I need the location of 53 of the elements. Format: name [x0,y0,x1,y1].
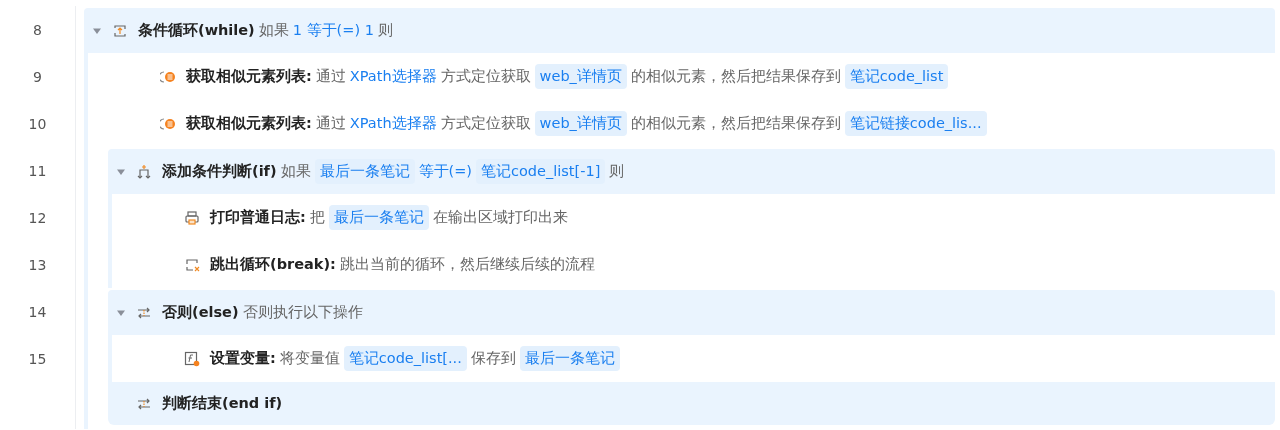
step-text: 把 [309,208,325,227]
parameter-value: 等于(=) [418,162,472,181]
step-text: 则 [609,162,625,181]
line-number: 12 [28,209,47,226]
variable-chip: 笔记code_list[-1] [476,159,606,184]
step-text: 否则执行以下操作 [242,303,363,322]
printer-icon [184,209,200,226]
step-text: 如果 [280,162,311,181]
step-text: 通过 [315,67,346,86]
line-number: 15 [28,350,47,367]
variable-chip: 笔记code_list[... [343,346,467,371]
line-number: 14 [28,303,47,320]
variable-chip: 最后一条笔记 [519,346,620,371]
line-number: 10 [28,115,47,132]
step-text: 如果 [258,21,289,40]
step-title: 获取相似元素列表: [186,67,312,86]
parameter-value: XPath选择器 [349,67,437,86]
function-icon [184,350,200,367]
list-icon [160,68,176,85]
step-text: 通过 [315,114,346,133]
line-number: 9 [33,68,42,85]
step-title: 设置变量: [210,349,276,368]
step-text: 跳出当前的循环，然后继续后续的流程 [339,255,595,274]
branch-icon [136,163,152,180]
step-text: 方式定位获取 [440,67,531,86]
variable-chip: web_详情页 [534,111,627,136]
step-title: 打印普通日志: [210,208,306,227]
variable-chip: 笔记链接code_lis... [844,111,987,136]
step-text: 则 [377,21,393,40]
step-title: 条件循环(while) [138,21,255,40]
variable-chip: web_详情页 [534,64,627,89]
variable-chip: 最后一条笔记 [314,159,415,184]
step-title: 获取相似元素列表: [186,114,312,133]
line-number: 11 [28,162,47,179]
step-text: 在输出区域打印出来 [432,208,568,227]
step-text: 将变量值 [279,349,340,368]
step-text: 的相似元素，然后把结果保存到 [630,114,841,133]
step-text: 的相似元素，然后把结果保存到 [630,67,841,86]
line-number: 8 [33,21,42,38]
variable-chip: 笔记code_list [844,64,949,89]
step-title: 跳出循环(break): [210,255,336,274]
step-title: 否则(else) [162,303,239,322]
loop-icon [112,22,128,39]
variable-chip: 最后一条笔记 [328,205,429,230]
step-title: 添加条件判断(if) [162,162,277,181]
list-icon [160,115,176,132]
step-text: 保存到 [470,349,516,368]
line-number: 13 [28,256,47,273]
parameter-value: 1 等于(=) 1 [292,21,374,40]
parameter-value: XPath选择器 [349,114,437,133]
break-loop-icon [184,256,200,273]
step-title: 判断结束(end if) [162,394,283,413]
step-text: 方式定位获取 [440,114,531,133]
